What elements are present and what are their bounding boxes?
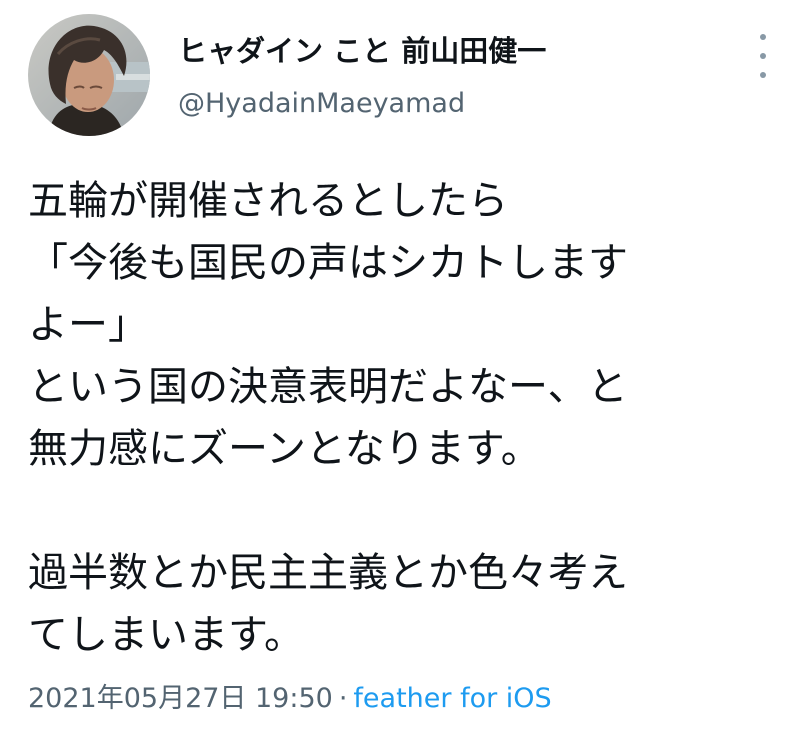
- source-link[interactable]: feather for iOS: [353, 683, 551, 714]
- tweet-text-line: という国の決意表明だよなー、と: [28, 364, 628, 410]
- tweet-text-line: 五輪が開催されるとしたら: [28, 178, 508, 224]
- tweet-text-line: てしまいます。: [28, 612, 304, 658]
- tweet-text-line: 過半数とか民主主義とか色々考え: [28, 550, 628, 596]
- tweet-text: 五輪が開催されるとしたら 「今後も国民の声はシカトします よー」 という国の決意…: [28, 170, 788, 666]
- more-vertical-icon-dot: [760, 53, 766, 59]
- tweet-card: ヒャダイン こと 前山田健一 @HyadainMaeyamad 五輪が開催される…: [0, 0, 810, 732]
- timestamp[interactable]: 2021年05月27日 19:50: [28, 683, 333, 714]
- more-options-button[interactable]: [748, 34, 778, 78]
- more-vertical-icon: [760, 34, 766, 40]
- tweet-text-line: [28, 480, 788, 542]
- display-name[interactable]: ヒャダイン こと 前山田健一: [178, 28, 546, 70]
- avatar[interactable]: [28, 14, 150, 136]
- tweet-text-line: 「今後も国民の声はシカトします: [28, 240, 628, 286]
- profile-photo-icon: [28, 14, 150, 136]
- tweet-text-line: よー」: [28, 302, 148, 348]
- user-handle[interactable]: @HyadainMaeyamad: [178, 88, 465, 119]
- tweet-text-line: 無力感にズーンとなります。: [28, 426, 541, 472]
- more-vertical-icon-dot: [760, 72, 766, 78]
- tweet-meta: 2021年05月27日 19:50 · feather for iOS: [28, 676, 552, 715]
- meta-separator: ·: [338, 683, 348, 714]
